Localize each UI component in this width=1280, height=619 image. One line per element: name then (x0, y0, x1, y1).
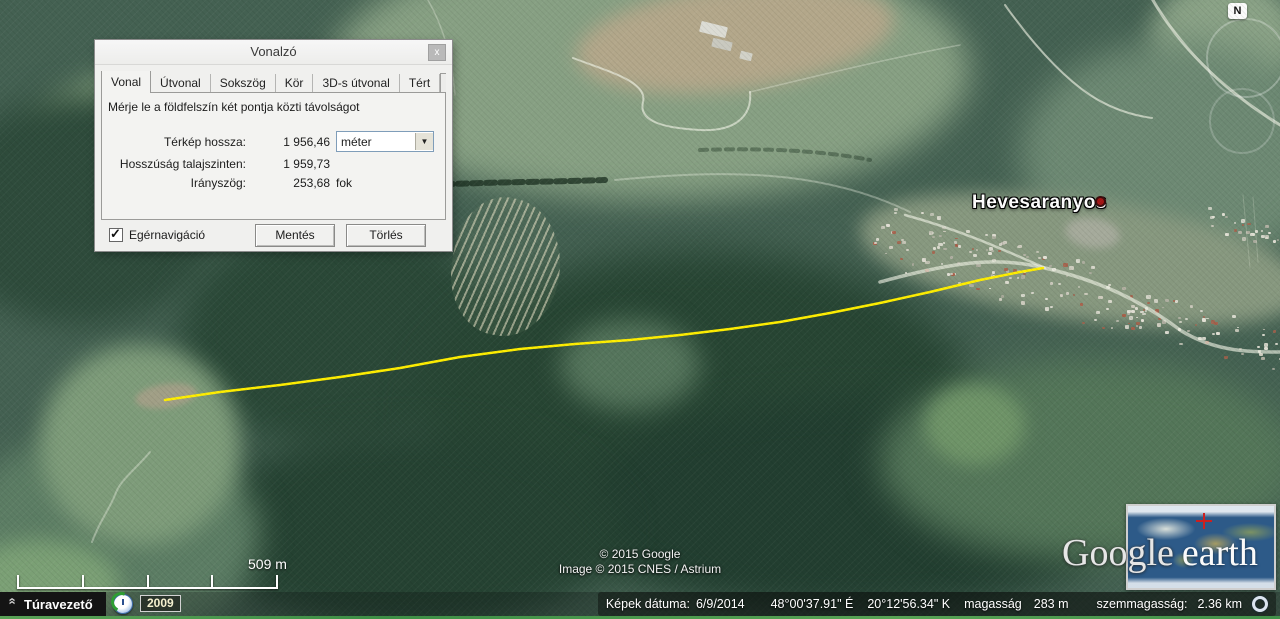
close-icon[interactable] (428, 44, 446, 61)
dialog-titlebar[interactable]: Vonalzó (95, 40, 452, 65)
copyright-google: © 2015 Google (599, 547, 681, 561)
tab-panel: Mérje le a földfelszín két pontja közti … (101, 92, 446, 220)
tab-circle[interactable]: Kör (276, 74, 314, 93)
save-button[interactable]: Mentés (255, 223, 335, 247)
tab-polygon[interactable]: Sokszög (211, 74, 276, 93)
tab-3d-path[interactable]: 3D-s útvonal (313, 74, 400, 93)
map-forest-bottomleft (200, 430, 620, 619)
historical-imagery-clock-icon[interactable] (113, 594, 133, 614)
scale-bar-label: 509 m (248, 556, 287, 572)
dialog-title: Vonalzó (250, 44, 297, 59)
unit-select-value: méter (341, 134, 372, 149)
imagery-date-label: Képek dátuma: (605, 597, 690, 611)
status-readout: Képek dátuma: 6/9/2014 48°00'37.91" É 20… (597, 592, 1276, 616)
imagery-year-badge[interactable]: 2009 (140, 595, 181, 612)
google-earth-window: Hevesaranyos N Vonalzó Vonal Útvonal Sok… (0, 0, 1280, 619)
latitude-value: 48°00'37.91" É (770, 597, 854, 611)
ground-length-label: Hosszúság talajszinten: (119, 157, 246, 171)
map-clearing (40, 345, 240, 545)
tour-guide-toggle[interactable]: Túravezető (0, 592, 106, 616)
map-light-forest-spot (560, 320, 700, 410)
tab-line[interactable]: Vonal (101, 71, 152, 93)
imagery-date-value: 6/9/2014 (695, 597, 745, 611)
tab-strip: Vonal Útvonal Sokszög Kör 3D-s útvonal T… (101, 71, 446, 93)
heading-value: 253,68 (293, 176, 330, 190)
dialog-description: Mérje le a földfelszín két pontja közti … (108, 100, 360, 114)
tab-overlay-truncated[interactable]: Tért (400, 74, 441, 93)
mouse-navigation-checkbox[interactable] (109, 226, 123, 242)
elevation-label: magasság (964, 597, 1022, 611)
eye-altitude-value: 2.36 km (1197, 597, 1242, 611)
compass-north-label[interactable]: N (1228, 3, 1247, 19)
heading-unit: fok (336, 176, 353, 190)
zoom-ring[interactable] (1209, 88, 1275, 154)
tab-scroll-buttons (440, 73, 446, 93)
place-label[interactable]: Hevesaranyos (972, 192, 1107, 214)
compass-ring[interactable] (1206, 18, 1280, 98)
overview-map-crosshair-icon (1196, 513, 1212, 529)
streaming-progress-icon (1252, 596, 1268, 612)
clear-button[interactable]: Törlés (346, 223, 426, 247)
map-length-value: 1 956,46 (283, 134, 330, 149)
tab-path[interactable]: Útvonal (151, 74, 211, 93)
eye-altitude-label: szemmagasság: (1096, 597, 1188, 611)
measurement-form: Térkép hossza: 1 956,46 méter Hosszúság … (102, 131, 445, 190)
elevation-value: 283 m (1033, 597, 1069, 611)
status-bar: Túravezető 2009 Képek dátuma: 6/9/2014 4… (0, 592, 1280, 616)
place-marker-dot[interactable] (1095, 196, 1106, 207)
map-bright-field (925, 385, 1025, 465)
unit-select[interactable]: méter (336, 131, 434, 152)
chevron-down-icon[interactable] (415, 133, 433, 150)
ruler-dialog: Vonalzó Vonal Útvonal Sokszög Kör 3D-s ú… (95, 40, 452, 251)
longitude-value: 20°12'56.34" K (867, 597, 951, 611)
tour-guide-label: Túravezető (24, 596, 93, 612)
ground-length-value: 1 959,73 (283, 157, 330, 171)
heading-label: Irányszög: (190, 176, 246, 190)
chevron-up-icon (6, 597, 21, 611)
dialog-footer: Egérnavigáció Mentés Törlés (101, 223, 446, 247)
mouse-navigation-label: Egérnavigáció (129, 228, 206, 242)
copyright-provider: Image © 2015 CNES / Astrium (558, 562, 722, 576)
copyright-attribution: © 2015 Google Image © 2015 CNES / Astriu… (0, 547, 1280, 577)
map-length-label: Térkép hossza: (163, 134, 246, 149)
tab-scroll-left-icon[interactable] (440, 73, 446, 93)
